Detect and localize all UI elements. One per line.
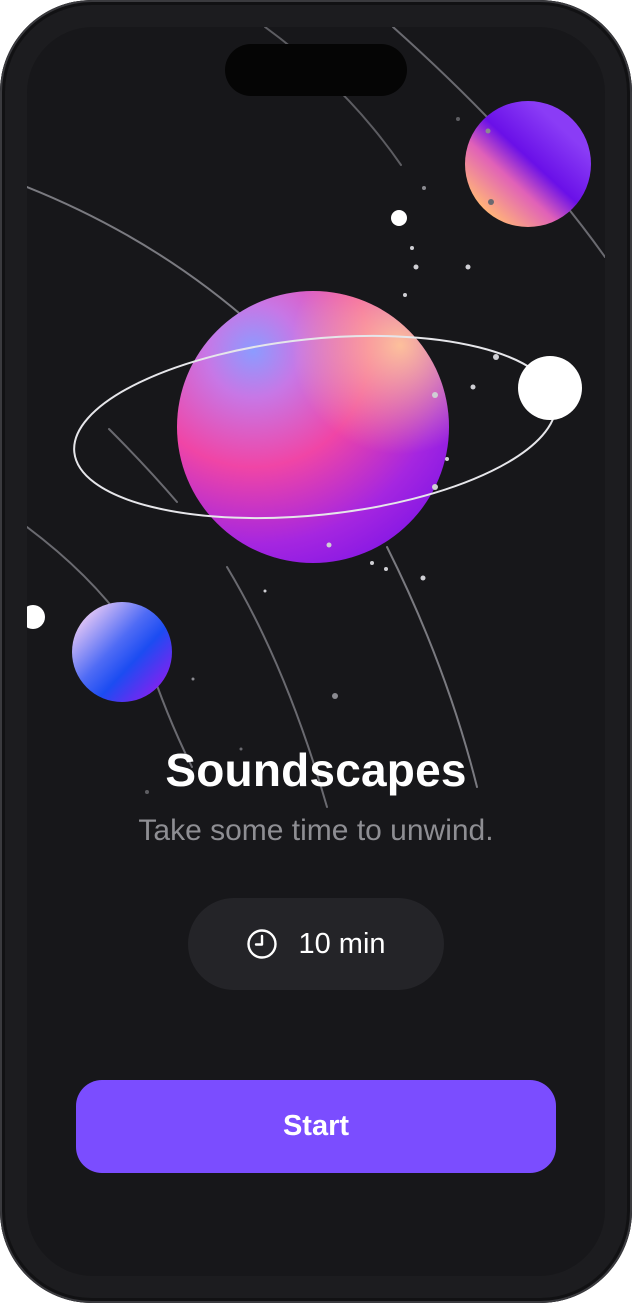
app-screen: Soundscapes Take some time to unwind. 10… [27, 27, 605, 1276]
phone-frame: Soundscapes Take some time to unwind. 10… [0, 0, 632, 1303]
page-subtitle: Take some time to unwind. [138, 814, 494, 847]
clock-icon [246, 928, 278, 960]
dynamic-island [225, 44, 407, 96]
start-button[interactable]: Start [76, 1080, 556, 1173]
duration-selector[interactable]: 10 min [188, 898, 444, 990]
page-title: Soundscapes [165, 744, 467, 796]
duration-label: 10 min [298, 927, 386, 960]
